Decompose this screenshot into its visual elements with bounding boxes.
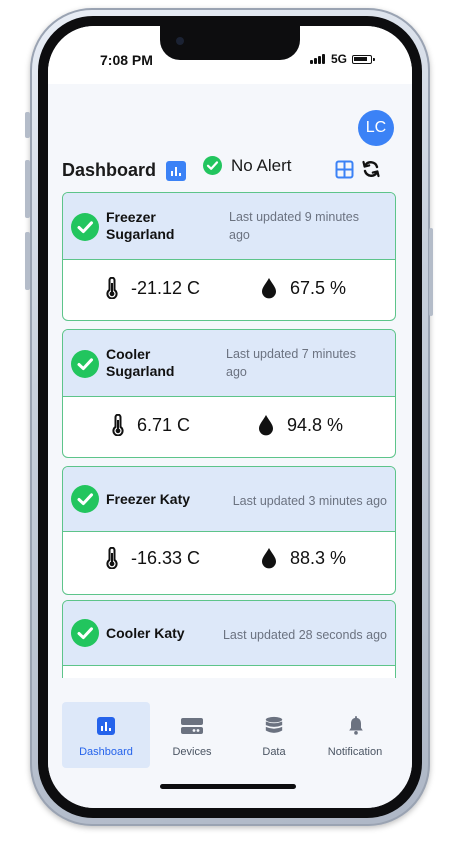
water-drop-icon [259, 415, 273, 436]
humidity-reading: 94.8 % [257, 414, 343, 436]
temperature-value: -16.33 C [131, 547, 201, 568]
battery-icon [352, 55, 375, 64]
device-last-updated: Last updated 28 seconds ago [222, 628, 387, 642]
status-time: 7:08 PM [100, 52, 153, 68]
tab-label: Data [262, 746, 286, 758]
temperature-reading: 6.71 C [111, 414, 190, 436]
tab-notification[interactable]: Notification [310, 702, 400, 768]
tab-data[interactable]: Data [230, 702, 318, 768]
device-card[interactable]: Freezer Sugarland Last updated 9 minutes… [62, 192, 396, 321]
phone-frame: 7:08 PM 5G LC Dashboard No Alert Freezer… [30, 8, 430, 826]
humidity-value: 88.3 % [290, 547, 347, 568]
check-circle-icon [71, 213, 99, 241]
device-last-updated: Last updated 7 minutes ago [226, 347, 356, 379]
phone-button [25, 232, 30, 290]
humidity-reading: 67.5 % [260, 277, 346, 299]
device-name: Cooler Sugarland [106, 346, 175, 379]
device-card-header: Freezer Sugarland Last updated 9 minutes… [63, 193, 395, 260]
tab-label: Dashboard [79, 746, 133, 758]
status-bar: 7:08 PM 5G [48, 26, 412, 84]
humidity-value: 94.8 % [287, 414, 344, 435]
tab-label: Notification [327, 746, 383, 758]
device-card-header: Cooler Katy Last updated 28 seconds ago [63, 601, 395, 666]
network-label: 5G [331, 52, 348, 66]
grid-view-icon[interactable] [335, 160, 354, 179]
device-name: Cooler Katy [106, 625, 185, 641]
temperature-reading: -21.12 C [105, 277, 200, 299]
tab-dashboard[interactable]: Dashboard [62, 702, 150, 768]
phone-bezel: 7:08 PM 5G LC Dashboard No Alert Freezer… [38, 16, 422, 818]
tab-devices[interactable]: Devices [148, 702, 236, 768]
bell-icon [349, 716, 363, 735]
app-screen: 7:08 PM 5G LC Dashboard No Alert Freezer… [48, 26, 412, 808]
device-card-header: Freezer Katy Last updated 3 minutes ago [63, 467, 395, 532]
page-title: Dashboard [62, 160, 157, 180]
chart-icon [97, 717, 115, 735]
database-icon [265, 716, 283, 733]
device-icon [181, 718, 203, 734]
humidity-reading: 88.3 % [260, 547, 346, 569]
check-circle-icon [71, 619, 99, 647]
home-indicator [160, 784, 296, 789]
temperature-reading: -16.33 C [105, 547, 200, 569]
device-last-updated: Last updated 3 minutes ago [232, 494, 387, 508]
device-name: Freezer Katy [106, 491, 191, 507]
device-list[interactable]: Freezer Sugarland Last updated 9 minutes… [62, 192, 396, 678]
phone-button [25, 112, 30, 138]
avatar-initials: LC [365, 119, 387, 136]
device-name: Freezer Sugarland [106, 209, 175, 242]
chart-icon [166, 161, 186, 181]
device-card[interactable]: Freezer Katy Last updated 3 minutes ago … [62, 466, 396, 595]
water-drop-icon [262, 278, 276, 299]
alert-status: No Alert [231, 156, 292, 175]
temperature-value: 6.71 C [137, 414, 191, 435]
device-card[interactable]: Cooler Katy Last updated 28 seconds ago [62, 600, 396, 678]
thermometer-icon [106, 547, 118, 569]
camera-icon [176, 37, 184, 45]
phone-button [429, 228, 433, 316]
avatar[interactable]: LC [358, 110, 394, 146]
thermometer-icon [106, 277, 118, 299]
check-circle-icon [71, 350, 99, 378]
device-card[interactable]: Cooler Sugarland Last updated 7 minutes … [62, 329, 396, 458]
tab-label: Devices [172, 746, 212, 758]
check-circle-icon [71, 485, 99, 513]
water-drop-icon [262, 548, 276, 569]
humidity-value: 67.5 % [290, 277, 347, 298]
signal-icon [310, 53, 325, 64]
device-last-updated: Last updated 9 minutes ago [229, 210, 359, 242]
device-card-header: Cooler Sugarland Last updated 7 minutes … [63, 330, 395, 397]
check-circle-icon [203, 156, 222, 175]
temperature-value: -21.12 C [131, 277, 201, 298]
thermometer-icon [112, 414, 124, 436]
phone-button [25, 160, 30, 218]
refresh-icon[interactable] [361, 159, 381, 179]
